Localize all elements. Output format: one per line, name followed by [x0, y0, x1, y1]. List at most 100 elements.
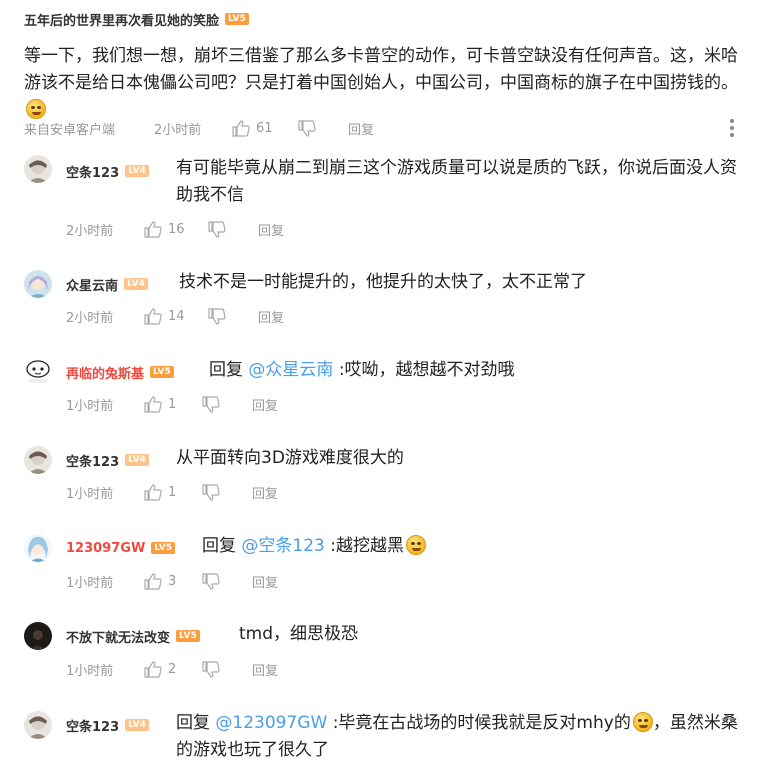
level-badge: LV5 [150, 366, 174, 378]
like-button[interactable]: 16 [144, 220, 208, 238]
like-button[interactable]: 3 [144, 572, 202, 590]
like-count: 16 [168, 221, 185, 237]
level-badge: LV5 [176, 630, 200, 642]
reply-meta: 1小时前 3 回复 [66, 571, 278, 591]
avatar[interactable] [24, 622, 52, 650]
thumbs-down-icon [202, 483, 220, 501]
like-button[interactable]: 61 [232, 119, 298, 137]
reply-author[interactable]: 空条123 LV4 [66, 162, 149, 181]
reply-author-name: 不放下就无法改变 [66, 630, 171, 646]
dislike-button[interactable] [202, 395, 252, 413]
like-button[interactable]: 1 [144, 395, 202, 413]
thumbs-down-icon [208, 307, 226, 325]
post-author-row: 五年后的世界里再次看见她的笑脸 LV5 [24, 10, 744, 29]
reply-author[interactable]: 众星云南 LV4 [66, 275, 148, 294]
like-count: 3 [168, 573, 177, 589]
reply-author-name: 空条123 [66, 165, 120, 181]
thumbs-up-icon [144, 307, 162, 325]
reply-button[interactable]: 回复 [258, 307, 284, 326]
reply-author-name: 再临的兔斯基 [66, 366, 145, 382]
reply-meta: 1小时前 1 回复 [66, 394, 278, 414]
avatar[interactable] [24, 446, 52, 474]
reply-meta: 2小时前 14 回复 [66, 306, 284, 326]
main-post: 五年后的世界里再次看见她的笑脸 LV5 等一下，我们想一想，崩坏三借鉴了那么多卡… [24, 10, 744, 124]
reply-prefix: 回复 [209, 360, 243, 380]
reply-button[interactable]: 回复 [348, 119, 374, 138]
dislike-button[interactable] [202, 660, 252, 678]
reply-text: 回复 @众星云南 :哎呦，越想越不对劲哦 [209, 357, 744, 384]
reply-prefix: 回复 [176, 713, 210, 733]
thumbs-up-icon [144, 483, 162, 501]
reply-body: :越挖越黑 [330, 536, 404, 556]
post-meta: 来自安卓客户端 2小时前 61 回复 [24, 118, 744, 138]
post-content: 等一下，我们想一想，崩坏三借鉴了那么多卡普空的动作，可卡普空缺没有任何声音。这，… [24, 43, 744, 124]
thumbs-up-icon [144, 660, 162, 678]
reply-prefix: 回复 [202, 536, 236, 556]
reply-author[interactable]: 123097GW LV5 [66, 539, 176, 557]
reply-button[interactable]: 回复 [252, 483, 278, 502]
reply-body: :哎呦，越想越不对劲哦 [338, 360, 515, 380]
reply-time: 1小时前 [66, 575, 114, 591]
dislike-button[interactable] [202, 483, 252, 501]
reply-button[interactable]: 回复 [252, 572, 278, 591]
mention-link[interactable]: @空条123 [241, 536, 324, 556]
reply-button[interactable]: 回复 [258, 220, 284, 239]
avatar[interactable] [24, 711, 52, 739]
reply-author[interactable]: 不放下就无法改变 LV5 [66, 627, 200, 646]
reply-body: :毕竟在古战场的时候我就是反对mhy的 [332, 713, 631, 733]
reply-author-name: 众星云南 [66, 278, 119, 294]
reply-meta: 1小时前 1 回复 [66, 482, 278, 502]
like-count: 1 [168, 396, 177, 412]
like-count: 61 [256, 120, 273, 136]
like-count: 1 [168, 484, 177, 500]
thumbs-up-icon [144, 220, 162, 238]
reply-button[interactable]: 回复 [252, 660, 278, 679]
thumbs-up-icon [144, 395, 162, 413]
like-button[interactable]: 2 [144, 660, 202, 678]
mention-link[interactable]: @123097GW [215, 713, 327, 733]
reply-author[interactable]: 空条123 LV4 [66, 451, 149, 470]
like-button[interactable]: 1 [144, 483, 202, 501]
level-badge: LV4 [125, 719, 149, 731]
reply-meta: 2小时前 16 回复 [66, 219, 284, 239]
post-author-name[interactable]: 五年后的世界里再次看见她的笑脸 [24, 10, 219, 29]
level-badge: LV5 [151, 542, 176, 554]
post-time: 2小时前 [154, 122, 202, 138]
reply-meta: 1小时前 2 回复 [66, 659, 278, 679]
level-badge: LV4 [125, 454, 149, 466]
thumbs-down-icon [208, 220, 226, 238]
avatar[interactable] [24, 534, 52, 562]
thumbs-up-icon [144, 572, 162, 590]
reply-time: 1小时前 [66, 486, 114, 502]
like-button[interactable]: 14 [144, 307, 208, 325]
reply-author-name: 空条123 [66, 454, 120, 470]
level-badge: LV5 [225, 13, 249, 25]
dislike-button[interactable] [208, 220, 258, 238]
reply-author-name: 空条123 [66, 719, 120, 735]
dislike-button[interactable] [208, 307, 258, 325]
dislike-button[interactable] [202, 572, 252, 590]
dislike-button[interactable] [298, 119, 348, 137]
grinning-emoji-icon [632, 712, 653, 732]
reply-text: 从平面转向3D游戏难度很大的 [176, 448, 404, 468]
thumbs-up-icon [232, 119, 250, 137]
reply-text: 回复 @123097GW :毕竟在古战场的时候我就是反对mhy的 ，虽然米桑的游戏… [176, 710, 744, 764]
mention-link[interactable]: @众星云南 [248, 360, 333, 380]
avatar[interactable] [24, 358, 52, 386]
reply-text: 回复 @空条123 :越挖越黑 [202, 533, 744, 560]
reply-text: 有可能毕竟从崩二到崩三这个游戏质量可以说是质的飞跃，你说后面没人资助我不信 [176, 158, 737, 205]
reply-text: tmd，细思极恐 [239, 624, 359, 644]
like-count: 2 [168, 661, 177, 677]
like-count: 14 [168, 308, 185, 324]
avatar[interactable] [24, 155, 52, 183]
laughing-emoji-icon [406, 535, 426, 555]
reply-author[interactable]: 再临的兔斯基 LV5 [66, 363, 174, 382]
reply-text: 技术不是一时能提升的，他提升的太快了，太不正常了 [179, 272, 587, 292]
reply-button[interactable]: 回复 [252, 395, 278, 414]
reply-time: 2小时前 [66, 223, 114, 239]
avatar[interactable] [24, 270, 52, 298]
more-vertical-icon[interactable] [730, 119, 734, 137]
reply-time: 1小时前 [66, 398, 114, 414]
thumbs-down-icon [202, 572, 220, 590]
reply-author[interactable]: 空条123 LV4 [66, 716, 149, 735]
